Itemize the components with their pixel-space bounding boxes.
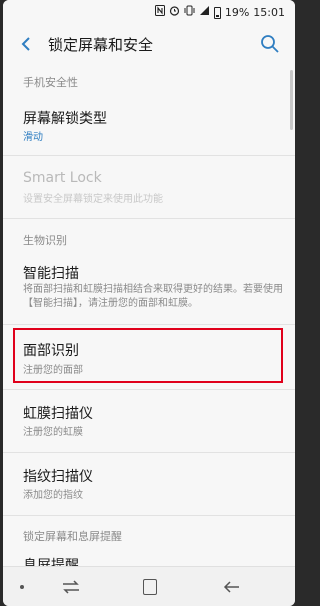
section-lock-screen: 锁定屏幕和息屏提醒 (23, 530, 122, 543)
search-icon[interactable] (259, 33, 281, 55)
fingerprint-scanner-item[interactable]: 指纹扫描仪 添加您的指纹 (3, 458, 295, 508)
smart-scan-label: 智能扫描 (23, 266, 79, 282)
home-button-icon[interactable] (143, 579, 157, 595)
smart-lock-item: Smart Lock 设置安全屏幕锁定来使用此功能 (3, 162, 295, 212)
battery-icon (213, 6, 221, 19)
highlight-box (13, 328, 283, 383)
battery-percent: 19% (224, 6, 250, 19)
iris-scanner-label: 虹膜扫描仪 (23, 406, 93, 422)
divider (3, 155, 295, 156)
clock: 15:01 (253, 6, 285, 19)
signal-icon (199, 5, 210, 20)
divider (3, 389, 295, 390)
vibrate-icon (184, 5, 195, 20)
divider (3, 515, 295, 516)
fingerprint-scanner-sub: 添加您的指纹 (23, 490, 83, 501)
app-bar: 锁定屏幕和安全 (3, 24, 295, 64)
recent-apps-icon[interactable] (59, 577, 83, 597)
nav-dot-icon[interactable] (20, 585, 24, 589)
section-phone-security: 手机安全性 (23, 76, 78, 89)
divider (3, 452, 295, 453)
smart-scan-sub: 将面部扫描和虹膜扫描相结合来取得更好的结果。若要使用【智能扫描】，请注册您的面部… (23, 284, 283, 309)
phone-screen: 19% 15:01 锁定屏幕和安全 手机安全性 屏幕解锁类型 滑动 Smart … (3, 0, 295, 606)
section-biometrics: 生物识别 (23, 234, 67, 247)
smart-lock-sub: 设置安全屏幕锁定来使用此功能 (23, 194, 163, 205)
iris-scanner-sub: 注册您的虹膜 (23, 427, 83, 438)
iris-scanner-item[interactable]: 虹膜扫描仪 注册您的虹膜 (3, 395, 295, 445)
smart-scan-item[interactable]: 智能扫描 将面部扫描和虹膜扫描相结合来取得更好的结果。若要使用【智能扫描】，请注… (3, 255, 295, 321)
alarm-icon (169, 5, 180, 20)
status-bar: 19% 15:01 (3, 0, 295, 24)
screen-lock-type-label: 屏幕解锁类型 (23, 111, 107, 127)
smart-lock-label: Smart Lock (23, 170, 102, 186)
screen-lock-type-item[interactable]: 屏幕解锁类型 滑动 (3, 100, 295, 150)
navigation-bar (3, 566, 295, 606)
screen-lock-type-value: 滑动 (23, 132, 43, 143)
page-title: 锁定屏幕和安全 (48, 36, 154, 54)
nfc-icon (154, 5, 165, 20)
back-arrow-icon[interactable] (17, 34, 37, 54)
nav-back-icon[interactable] (221, 577, 243, 597)
fingerprint-scanner-label: 指纹扫描仪 (23, 469, 93, 485)
divider (3, 218, 295, 219)
divider (3, 324, 295, 325)
